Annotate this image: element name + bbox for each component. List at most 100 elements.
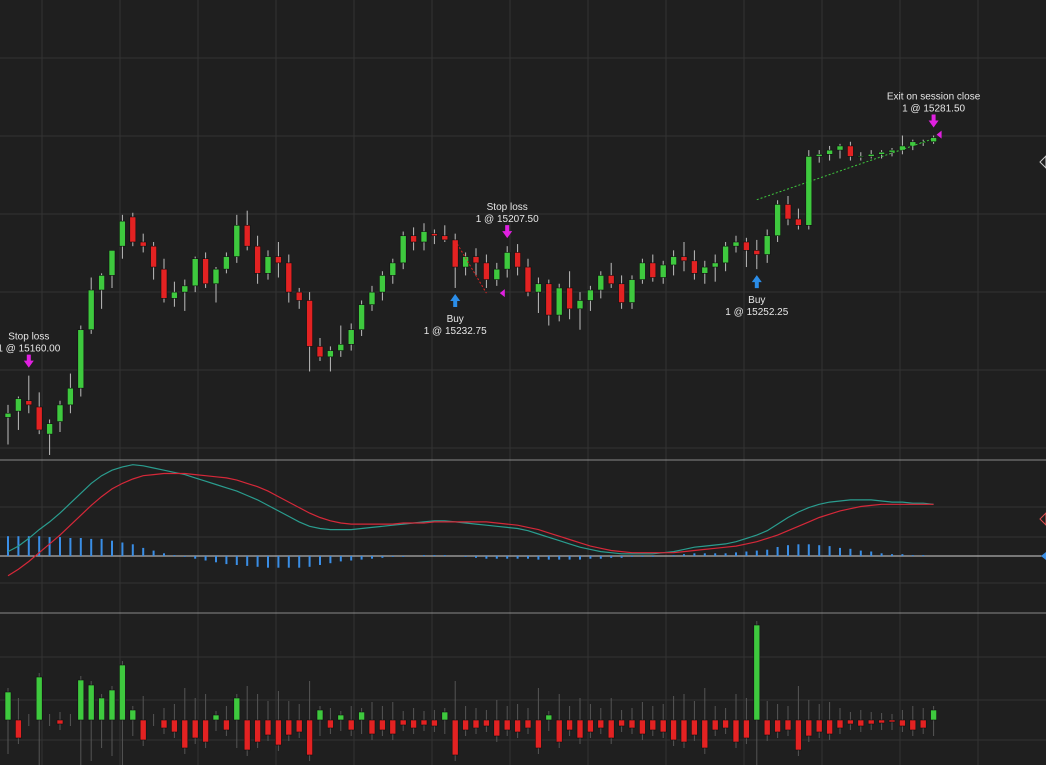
volume-bar[interactable] [649,719,657,731]
volume-bar[interactable] [836,719,844,729]
candle[interactable] [358,304,365,331]
volume-bar[interactable] [576,719,584,739]
candle[interactable] [119,220,126,247]
candle[interactable] [503,252,511,270]
candle[interactable] [4,412,12,418]
candle[interactable] [836,145,844,151]
volume-bar[interactable] [451,719,459,756]
candle[interactable] [826,149,833,155]
candle[interactable] [576,300,584,310]
volume-bar[interactable] [493,719,501,737]
candle[interactable] [212,268,220,285]
candle[interactable] [545,283,553,316]
volume-bar[interactable] [389,719,397,735]
candle[interactable] [555,287,563,316]
trading-chart[interactable]: 1 @ 15160.00Stop lossBuy1 @ 15232.751 @ … [0,0,1046,765]
volume-bar[interactable] [919,719,927,729]
candle[interactable] [535,283,542,293]
volume-bar[interactable] [732,719,740,743]
volume-bar[interactable] [98,697,105,721]
volume-bar[interactable] [327,719,334,729]
volume-bar[interactable] [628,719,636,729]
candle[interactable] [587,289,594,301]
volume-bar[interactable] [555,719,563,743]
volume-bar[interactable] [847,719,854,725]
volume-bar[interactable] [358,711,365,721]
candle[interactable] [327,350,334,358]
volume-bar[interactable] [815,719,823,733]
candle[interactable] [691,260,698,274]
candle[interactable] [129,216,137,243]
volume-bar[interactable] [535,719,542,749]
candle[interactable] [233,224,241,257]
volume-bar[interactable] [306,719,313,756]
candle[interactable] [35,406,43,431]
volume-bar[interactable] [878,719,885,724]
volume-bar[interactable] [212,714,220,721]
candle[interactable] [202,258,209,285]
volume-bar[interactable] [784,719,792,731]
candle[interactable] [483,262,490,280]
candle[interactable] [899,145,906,151]
volume-bar[interactable] [597,719,605,729]
candle[interactable] [275,256,282,264]
volume-bar[interactable] [930,709,937,721]
volume-bar[interactable] [462,719,469,731]
volume-bar[interactable] [659,719,667,733]
volume-bar[interactable] [763,719,771,736]
candle[interactable] [441,235,449,241]
candle[interactable] [711,262,719,268]
volume-bar[interactable] [774,719,781,733]
candle[interactable] [243,224,251,247]
candle[interactable] [878,151,885,155]
volume-bar[interactable] [399,719,407,726]
volume-bar[interactable] [264,719,272,736]
volume-bar[interactable] [87,684,95,721]
candle[interactable] [701,266,709,274]
volume-bar[interactable] [441,711,449,721]
candle[interactable] [815,153,823,157]
candle[interactable] [139,241,147,247]
volume-bar[interactable] [223,719,230,731]
volume-bar[interactable] [587,719,594,733]
volume-bar[interactable] [691,719,698,736]
volume-bar[interactable] [607,719,615,739]
volume-bar[interactable] [701,719,709,749]
volume-bar[interactable] [35,676,43,721]
volume-bar[interactable] [899,719,906,727]
candle[interactable] [649,262,657,278]
volume-bar[interactable] [15,719,22,739]
candle[interactable] [160,268,168,299]
volume-bar[interactable] [368,719,376,735]
volume-bar[interactable] [722,719,729,729]
volume-bar[interactable] [483,719,490,727]
candle[interactable] [659,264,667,278]
candle[interactable] [805,156,813,226]
candle[interactable] [316,346,324,358]
candle[interactable] [420,231,428,243]
volume-bar[interactable] [108,689,116,721]
candle[interactable] [306,300,313,347]
candle[interactable] [264,256,272,274]
volume-bar[interactable] [160,719,168,729]
volume-bar[interactable] [743,719,750,739]
candle[interactable] [87,289,95,331]
volume-bar[interactable] [337,714,345,721]
candle[interactable] [171,291,178,299]
volume-bar[interactable] [56,719,64,725]
candle[interactable] [399,235,407,264]
candle[interactable] [472,256,480,264]
volume-bar[interactable] [295,719,303,733]
volume-bar[interactable] [566,719,573,731]
candle[interactable] [46,423,53,435]
candle[interactable] [753,250,761,255]
candle[interactable] [597,275,605,291]
volume-bar[interactable] [191,719,199,739]
volume-bar[interactable] [243,719,251,751]
candle[interactable] [150,245,157,268]
candle[interactable] [98,275,105,291]
volume-bar[interactable] [639,719,646,735]
volume-bar[interactable] [524,719,532,729]
candle[interactable] [223,256,230,270]
candle[interactable] [56,404,64,422]
